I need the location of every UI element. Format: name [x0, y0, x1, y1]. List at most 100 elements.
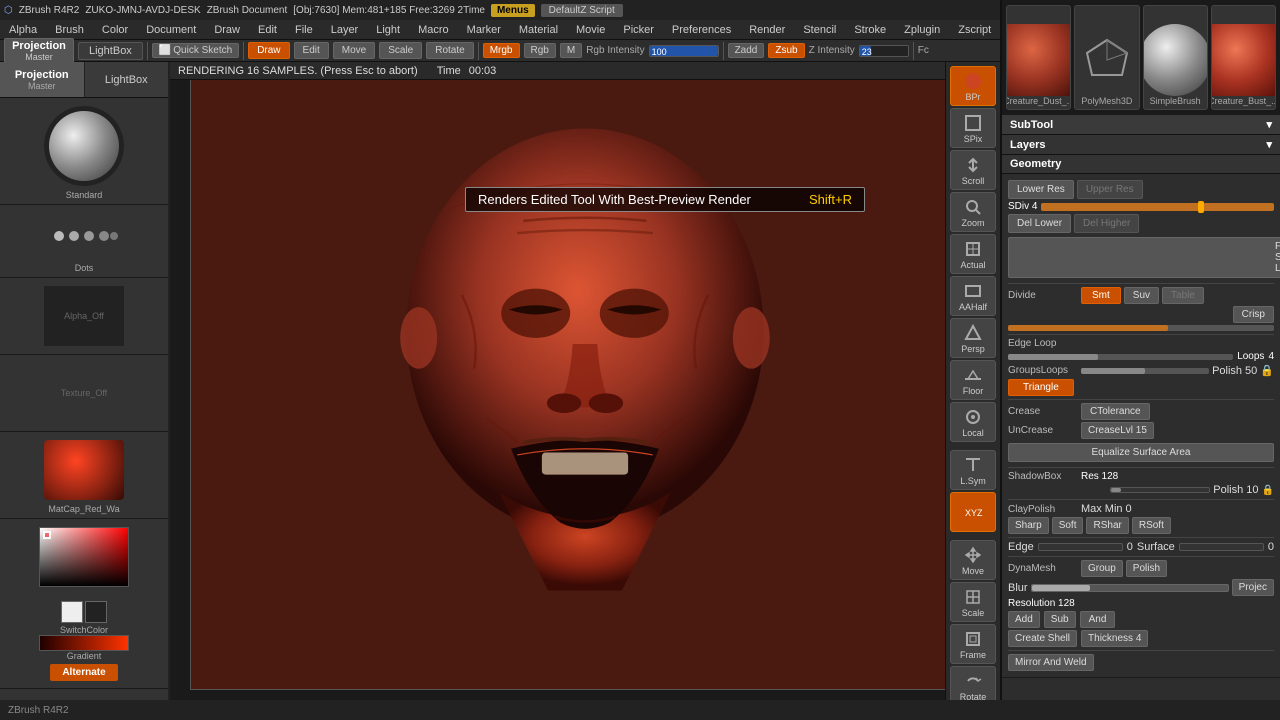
move-button[interactable]: Move — [333, 42, 375, 59]
del-lower-button[interactable]: Del Lower — [1008, 214, 1071, 233]
menus-button[interactable]: Menus — [491, 4, 535, 17]
menu-material[interactable]: Material — [514, 23, 563, 37]
rsoft-button[interactable]: RSoft — [1132, 517, 1171, 534]
polish-slider[interactable] — [1081, 368, 1209, 374]
sharp-button[interactable]: Sharp — [1008, 517, 1049, 534]
edit-button[interactable]: Edit — [294, 42, 329, 59]
menu-edit[interactable]: Edit — [253, 23, 282, 37]
alternate-button[interactable]: Alternate — [50, 664, 117, 681]
texture-preview[interactable]: Texture_Off — [44, 363, 124, 423]
default-script-button[interactable]: DefaultZ Script — [541, 4, 623, 17]
frame-button[interactable]: Frame — [950, 624, 996, 664]
del-higher-button[interactable]: Del Higher — [1074, 214, 1139, 233]
rshar-button[interactable]: RShar — [1086, 517, 1128, 534]
canvas-area[interactable]: Renders Edited Tool With Best-Preview Re… — [170, 62, 1000, 700]
lower-res-button[interactable]: Lower Res — [1008, 180, 1074, 199]
polish10-slider[interactable] — [1110, 487, 1211, 493]
soft-button[interactable]: Soft — [1052, 517, 1084, 534]
quick-sketch-button[interactable]: ⬜ Quick Sketch — [152, 43, 239, 58]
local-button[interactable]: Local — [950, 402, 996, 442]
menu-stencil[interactable]: Stencil — [798, 23, 841, 37]
lightbox-btn[interactable]: LightBox — [85, 62, 169, 97]
triangle-button[interactable]: Triangle — [1008, 379, 1074, 396]
mirror-weld-button[interactable]: Mirror And Weld — [1008, 654, 1094, 671]
menu-movie[interactable]: Movie — [571, 23, 610, 37]
menu-alpha[interactable]: Alpha — [4, 23, 42, 37]
zoom-button[interactable]: Zoom — [950, 192, 996, 232]
brush-thumb-polymesh3d[interactable]: PolyMesh3D — [1074, 5, 1139, 110]
alpha-preview[interactable]: Alpha_Off — [44, 286, 124, 346]
projection-master-btn[interactable]: Projection Master — [0, 62, 85, 97]
lightbox-button[interactable]: LightBox — [78, 42, 143, 60]
create-shell-button[interactable]: Create Shell — [1008, 630, 1077, 647]
canvas-inner[interactable] — [190, 72, 980, 690]
rotate-rt-button[interactable]: Rotate — [950, 666, 996, 700]
bpr-button[interactable]: BPr — [950, 66, 996, 106]
crisp-button[interactable]: Crisp — [1233, 306, 1274, 323]
spix-button[interactable]: SPix — [950, 108, 996, 148]
scale-button[interactable]: Scale — [379, 42, 422, 59]
gradient-preview[interactable] — [39, 635, 129, 651]
lsym-button[interactable]: L.Sym — [950, 450, 996, 490]
freeze-button[interactable]: Freeze SubDivision Levels — [1008, 237, 1280, 278]
upper-res-button[interactable]: Upper Res — [1077, 180, 1143, 199]
menu-brush[interactable]: Brush — [50, 23, 89, 37]
menu-macro[interactable]: Macro — [413, 23, 454, 37]
sub-button[interactable]: Sub — [1044, 611, 1076, 628]
layers-header[interactable]: Layers ▾ — [1002, 135, 1280, 155]
draw-button[interactable]: Draw — [248, 42, 289, 59]
projec-button[interactable]: Projec — [1232, 579, 1274, 596]
edge-slider[interactable] — [1038, 543, 1123, 551]
zsub-button[interactable]: Zsub — [768, 43, 804, 58]
rotate-button[interactable]: Rotate — [426, 42, 473, 59]
equalize-surface-button[interactable]: Equalize Surface Area — [1008, 443, 1274, 462]
color-gradient-rect[interactable] — [39, 527, 129, 587]
scroll-button[interactable]: Scroll — [950, 150, 996, 190]
brush-thumb-creature-bust[interactable]: Creature_Bust_... — [1211, 5, 1276, 110]
menu-preferences[interactable]: Preferences — [667, 23, 736, 37]
menu-marker[interactable]: Marker — [462, 23, 506, 37]
menu-picker[interactable]: Picker — [618, 23, 659, 37]
rgb-button[interactable]: Rgb — [524, 43, 556, 58]
brush-preview[interactable] — [44, 106, 124, 186]
scale-rt-button[interactable]: Scale — [950, 582, 996, 622]
background-color-swatch[interactable] — [85, 601, 107, 623]
m-button[interactable]: M — [560, 43, 582, 58]
and-button[interactable]: And — [1080, 611, 1116, 628]
menu-light[interactable]: Light — [371, 23, 405, 37]
aahalf-button[interactable]: AAHalf — [950, 276, 996, 316]
projection-master-button[interactable]: Projection Master — [4, 38, 74, 64]
menu-render[interactable]: Render — [744, 23, 790, 37]
blur-slider[interactable] — [1031, 584, 1229, 592]
mrgb-button[interactable]: Mrgb — [483, 43, 520, 58]
foreground-color-swatch[interactable] — [61, 601, 83, 623]
dots-preview[interactable] — [44, 211, 124, 261]
subtool-header[interactable]: SubTool ▾ — [1002, 115, 1280, 135]
move-rt-button[interactable]: Move — [950, 540, 996, 580]
menu-file[interactable]: File — [290, 23, 318, 37]
z-intensity-slider[interactable]: 23 — [859, 45, 909, 57]
brush-thumb-creature-dust[interactable]: Creature_Dust_... — [1006, 5, 1071, 110]
polish-dyn-button[interactable]: Polish — [1126, 560, 1167, 577]
floor-button[interactable]: Floor — [950, 360, 996, 400]
zadd-button[interactable]: Zadd — [728, 43, 765, 58]
smt-button[interactable]: Smt — [1081, 287, 1121, 304]
actual-button[interactable]: Actual — [950, 234, 996, 274]
ctolerance-button[interactable]: CTolerance — [1081, 403, 1150, 420]
table-button[interactable]: Table — [1162, 287, 1204, 304]
menu-zplugin[interactable]: Zplugin — [899, 23, 945, 37]
menu-draw[interactable]: Draw — [209, 23, 245, 37]
persp-button[interactable]: Persp — [950, 318, 996, 358]
loops-slider[interactable] — [1008, 354, 1233, 360]
brush-thumb-simplebrush[interactable]: SimpleBrush — [1143, 5, 1208, 110]
sdiv-slider[interactable] — [1041, 203, 1274, 211]
menu-stroke[interactable]: Stroke — [849, 23, 891, 37]
rgb-intensity-slider[interactable]: 100 — [649, 45, 719, 57]
menu-layer[interactable]: Layer — [326, 23, 364, 37]
color-picker[interactable] — [39, 527, 129, 597]
matcap-preview[interactable] — [44, 440, 124, 500]
menu-zscript[interactable]: Zscript — [953, 23, 996, 37]
xyz-button[interactable]: XYZ — [950, 492, 996, 532]
suv-button[interactable]: Suv — [1124, 287, 1159, 304]
geometry-header[interactable]: Geometry — [1002, 155, 1280, 174]
